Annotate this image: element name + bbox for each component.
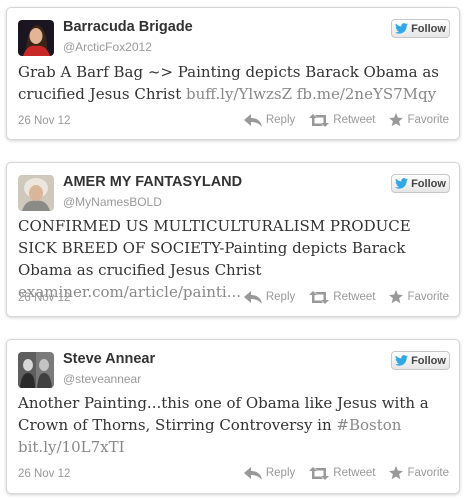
- retweet-label: Retweet: [333, 291, 376, 303]
- retweet-icon: [309, 466, 330, 480]
- retweet-icon: [309, 290, 330, 304]
- retweet-button[interactable]: Retweet: [309, 466, 376, 480]
- follow-label: Follow: [411, 354, 446, 367]
- star-icon: [389, 290, 404, 304]
- tweet-date[interactable]: 26 Nov 12: [18, 468, 70, 480]
- retweet-icon: [309, 113, 330, 127]
- tweet-card: Barracuda Brigade @ArcticFox2012 Follow …: [6, 7, 460, 140]
- display-name[interactable]: AMER MY FANTASYLAND: [63, 174, 242, 190]
- favorite-button[interactable]: Favorite: [389, 113, 449, 127]
- twitter-bird-icon: [395, 23, 409, 34]
- retweet-label: Retweet: [333, 114, 376, 126]
- reply-icon: [243, 466, 262, 480]
- tweet-date[interactable]: 26 Nov 12: [18, 292, 70, 304]
- retweet-button[interactable]: Retweet: [309, 290, 376, 304]
- reply-label: Reply: [265, 291, 296, 303]
- follow-button[interactable]: Follow: [391, 351, 450, 370]
- reply-label: Reply: [265, 467, 296, 479]
- favorite-label: Favorite: [407, 114, 449, 126]
- tweet-text: Grab A Barf Bag ~> Painting depicts Bara…: [18, 61, 449, 105]
- favorite-label: Favorite: [407, 291, 449, 303]
- tweet-actions: Reply Retweet Favorite: [230, 466, 449, 480]
- tweet-card: AMER MY FANTASYLAND @MyNamesBOLD Follow …: [6, 162, 460, 317]
- twitter-bird-icon: [395, 355, 409, 366]
- avatar[interactable]: [18, 352, 54, 388]
- follow-button[interactable]: Follow: [391, 174, 450, 193]
- tweet-date[interactable]: 26 Nov 12: [18, 115, 70, 127]
- retweet-button[interactable]: Retweet: [309, 113, 376, 127]
- favorite-button[interactable]: Favorite: [389, 290, 449, 304]
- tweet-actions: Reply Retweet Favorite: [230, 113, 449, 127]
- follow-label: Follow: [411, 22, 446, 35]
- reply-icon: [243, 113, 262, 127]
- retweet-label: Retweet: [333, 467, 376, 479]
- reply-label: Reply: [265, 114, 296, 126]
- star-icon: [389, 113, 404, 127]
- tweet-card: Steve Annear @steveannear Follow Another…: [6, 339, 460, 494]
- follow-label: Follow: [411, 177, 446, 190]
- twitter-bird-icon: [395, 178, 409, 189]
- avatar[interactable]: [18, 20, 54, 56]
- user-handle[interactable]: @steveannear: [63, 372, 141, 386]
- tweet-link[interactable]: bit.ly/10L7xTI: [18, 438, 125, 456]
- tweet-body: CONFIRMED US MULTICULTURALISM PRODUCE SI…: [18, 217, 411, 279]
- favorite-button[interactable]: Favorite: [389, 466, 449, 480]
- tweet-actions: Reply Retweet Favorite: [230, 290, 449, 304]
- reply-button[interactable]: Reply: [243, 466, 296, 480]
- user-handle[interactable]: @MyNamesBOLD: [63, 195, 162, 209]
- tweet-link[interactable]: buff.ly/YlwzsZ fb.me/2neYS7Mqy: [186, 85, 436, 103]
- follow-button[interactable]: Follow: [391, 19, 450, 38]
- display-name[interactable]: Steve Annear: [63, 351, 155, 367]
- reply-button[interactable]: Reply: [243, 290, 296, 304]
- hashtag-link[interactable]: #Boston: [336, 416, 401, 434]
- avatar[interactable]: [18, 175, 54, 211]
- display-name[interactable]: Barracuda Brigade: [63, 19, 193, 35]
- star-icon: [389, 466, 404, 480]
- user-handle[interactable]: @ArcticFox2012: [63, 40, 152, 54]
- tweet-text: Another Painting...this one of Obama lik…: [18, 392, 449, 458]
- favorite-label: Favorite: [407, 467, 449, 479]
- reply-button[interactable]: Reply: [243, 113, 296, 127]
- reply-icon: [243, 290, 262, 304]
